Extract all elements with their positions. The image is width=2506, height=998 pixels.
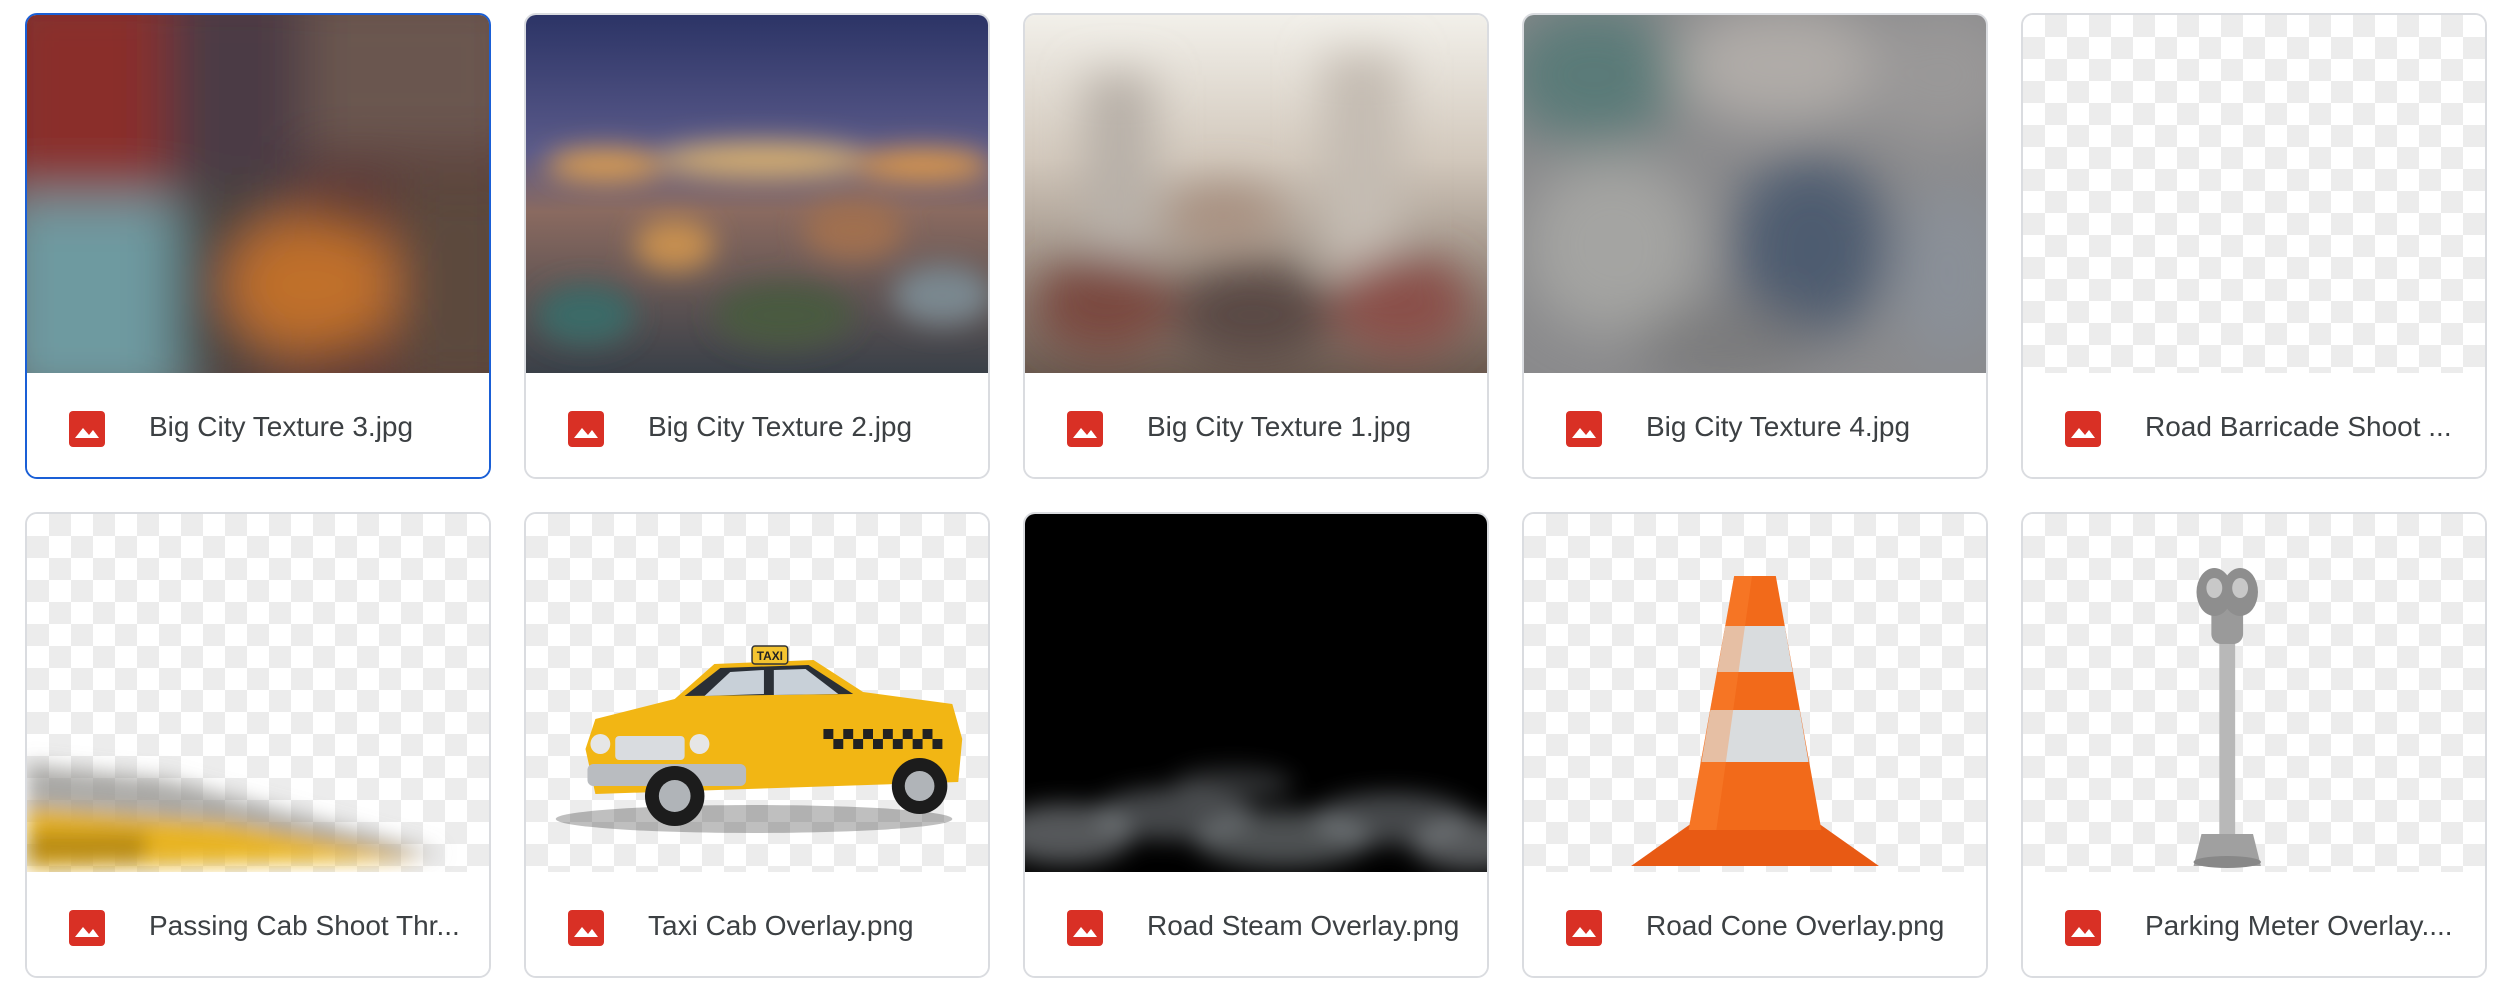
file-grid: Big City Texture 3.jpg Big City Texture … (0, 0, 2506, 998)
file-card[interactable]: Parking Meter Overlay.... (2021, 512, 2487, 978)
image-file-icon (2065, 910, 2101, 946)
file-card[interactable]: Road Barricade Shoot ... (2021, 13, 2487, 479)
file-card-footer: Parking Meter Overlay.... (2023, 872, 2485, 976)
file-name: Big City Texture 3.jpg (149, 411, 414, 442)
file-thumbnail (1524, 15, 1986, 373)
file-thumbnail (1524, 514, 1986, 872)
file-card-footer: Passing Cab Shoot Thr... (27, 872, 489, 976)
file-card-footer: Big City Texture 3.jpg (27, 373, 489, 477)
file-name: Taxi Cab Overlay.png (648, 910, 914, 941)
file-name: Passing Cab Shoot Thr... (149, 910, 460, 941)
file-card-footer: Taxi Cab Overlay.png (526, 872, 988, 976)
taxi-sign-label: TAXI (757, 649, 783, 663)
file-thumbnail (526, 15, 988, 373)
image-file-icon (69, 411, 105, 447)
file-name: Parking Meter Overlay.... (2145, 910, 2453, 941)
image-file-icon (1566, 910, 1602, 946)
file-card[interactable]: Big City Texture 1.jpg (1023, 13, 1489, 479)
file-thumbnail: TAXI (526, 514, 988, 872)
image-file-icon (1067, 910, 1103, 946)
file-name: Road Barricade Shoot ... (2145, 411, 2452, 442)
file-name: Big City Texture 1.jpg (1147, 411, 1412, 442)
file-card[interactable]: Road Cone Overlay.png (1522, 512, 1988, 978)
image-file-icon (1566, 411, 1602, 447)
file-card-footer: Big City Texture 1.jpg (1025, 373, 1487, 477)
file-card[interactable]: TAXI Taxi Cab Overlay.png (524, 512, 990, 978)
file-card[interactable]: Passing Cab Shoot Thr... (25, 512, 491, 978)
image-file-icon (568, 411, 604, 447)
file-thumbnail (27, 15, 489, 373)
file-card-footer: Big City Texture 2.jpg (526, 373, 988, 477)
image-file-icon (2065, 411, 2101, 447)
file-card[interactable]: Big City Texture 2.jpg (524, 13, 990, 479)
file-name: Big City Texture 2.jpg (648, 411, 913, 442)
file-card-footer: Big City Texture 4.jpg (1524, 373, 1986, 477)
image-file-icon (69, 910, 105, 946)
file-name: Road Cone Overlay.png (1646, 910, 1945, 941)
file-name: Road Steam Overlay.png (1147, 910, 1460, 941)
file-card-footer: Road Barricade Shoot ... (2023, 373, 2485, 477)
file-card[interactable]: Big City Texture 3.jpg (25, 13, 491, 479)
file-thumbnail (1025, 15, 1487, 373)
image-file-icon (1067, 411, 1103, 447)
file-thumbnail (1025, 514, 1487, 872)
file-card[interactable]: Road Steam Overlay.png (1023, 512, 1489, 978)
file-card-footer: Road Steam Overlay.png (1025, 872, 1487, 976)
file-name: Big City Texture 4.jpg (1646, 411, 1911, 442)
file-card-footer: Road Cone Overlay.png (1524, 872, 1986, 976)
image-file-icon (568, 910, 604, 946)
file-card[interactable]: Big City Texture 4.jpg (1522, 13, 1988, 479)
file-thumbnail (2023, 15, 2485, 373)
file-thumbnail (27, 514, 489, 872)
file-thumbnail (2023, 514, 2485, 872)
